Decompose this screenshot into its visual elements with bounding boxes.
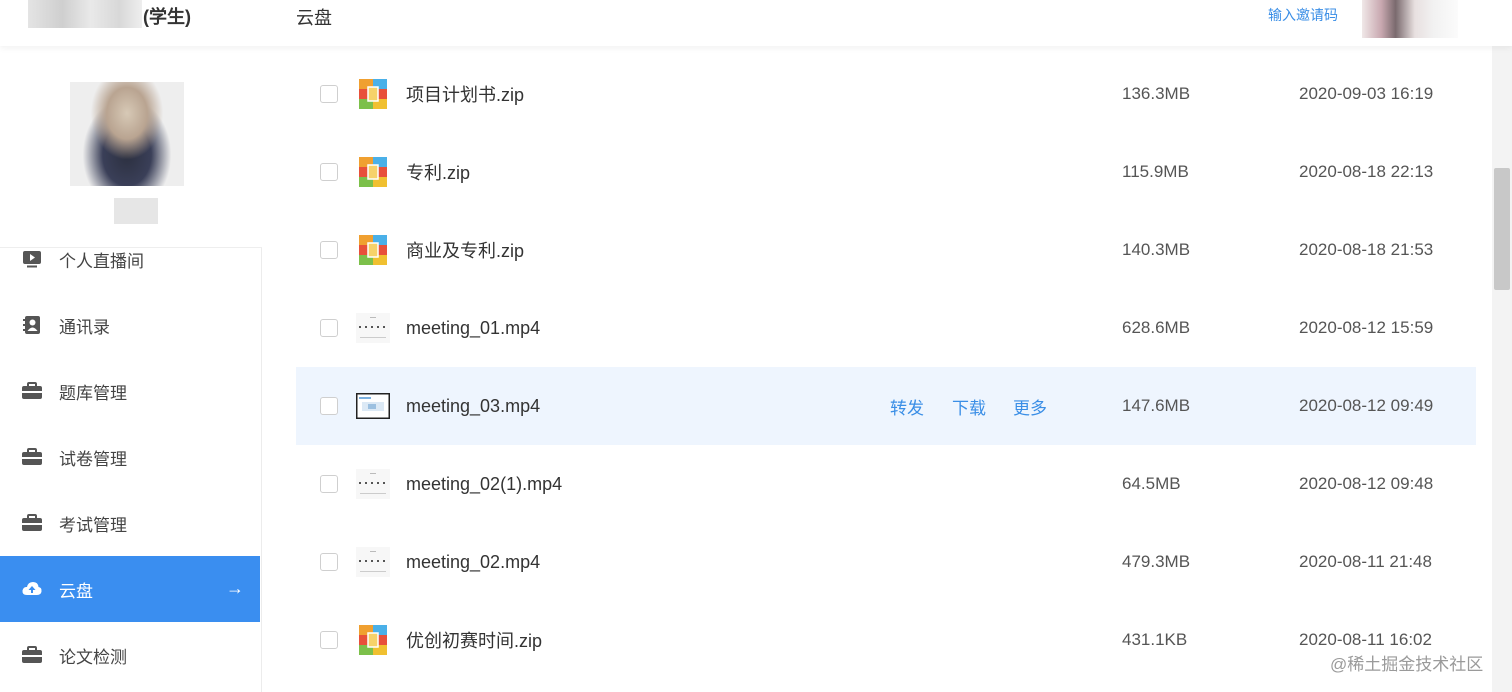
file-size: 136.3MB xyxy=(1122,84,1191,103)
file-size: 479.3MB xyxy=(1122,552,1191,571)
file-name[interactable]: 项目计划书.zip xyxy=(406,81,524,107)
sidebar-item-paper-management[interactable]: 试卷管理 xyxy=(0,424,260,490)
file-size: 140.3MB xyxy=(1122,240,1191,259)
file-name[interactable]: meeting_03.mp4 xyxy=(406,396,540,417)
row-checkbox[interactable] xyxy=(320,85,338,103)
file-size: 115.9MB xyxy=(1122,162,1189,181)
row-checkbox[interactable] xyxy=(320,241,338,259)
video-thumbnail-icon xyxy=(356,547,390,577)
zip-file-icon xyxy=(359,235,387,265)
file-row[interactable]: 专利.zip 115.9MB 2020-08-18 22:13 xyxy=(296,133,1476,211)
file-date: 2020-08-12 09:49 xyxy=(1299,396,1434,415)
cloud-upload-icon xyxy=(22,582,42,595)
briefcase-icon xyxy=(22,382,42,399)
sidebar-item-label: 云盘 xyxy=(59,581,93,601)
file-size: 628.6MB xyxy=(1122,318,1191,337)
sidebar-item-label: 考试管理 xyxy=(59,515,127,535)
zip-file-icon xyxy=(359,625,387,655)
file-row-hovered[interactable]: meeting_03.mp4 转发 下载 更多 147.6MB 2020-08-… xyxy=(296,367,1476,445)
video-thumbnail-icon xyxy=(356,313,390,343)
watermark: @稀土掘金技术社区 xyxy=(1330,655,1484,674)
file-row[interactable]: 项目计划书.zip 136.3MB 2020-09-03 16:19 xyxy=(296,55,1476,133)
sidebar-item-contacts[interactable]: 通讯录 xyxy=(0,292,260,358)
row-checkbox[interactable] xyxy=(320,553,338,571)
arrow-right-icon: → xyxy=(226,578,244,598)
file-row[interactable]: meeting_02(1).mp4 64.5MB 2020-08-12 09:4… xyxy=(296,445,1476,523)
row-checkbox[interactable] xyxy=(320,319,338,337)
user-name-blurred xyxy=(28,0,142,28)
user-role: (学生) xyxy=(143,7,191,27)
file-name[interactable]: meeting_02.mp4 xyxy=(406,552,540,573)
file-row[interactable]: meeting_02.mp4 479.3MB 2020-08-11 21:48 xyxy=(296,523,1476,601)
invite-code-link[interactable]: 输入邀请码 xyxy=(1268,5,1338,25)
video-thumbnail-icon xyxy=(356,393,390,419)
zip-file-icon xyxy=(359,157,387,187)
sidebar-item-label: 通讯录 xyxy=(59,317,110,337)
sidebar-item-exam-management[interactable]: 考试管理 xyxy=(0,490,260,556)
file-date: 2020-08-12 09:48 xyxy=(1299,474,1434,493)
zip-file-icon xyxy=(359,79,387,109)
file-date: 2020-09-03 16:19 xyxy=(1299,84,1434,103)
file-date: 2020-08-12 15:59 xyxy=(1299,318,1434,337)
file-name[interactable]: 商业及专利.zip xyxy=(406,237,524,263)
sidebar: 个人直播间 通讯录 题库管理 试卷管理 考试管理 云盘 → 论文检测 xyxy=(0,46,262,692)
sidebar-item-label: 题库管理 xyxy=(59,383,127,403)
sidebar-item-label: 论文检测 xyxy=(59,647,127,667)
row-checkbox[interactable] xyxy=(320,397,338,415)
briefcase-icon xyxy=(22,646,42,663)
row-checkbox[interactable] xyxy=(320,163,338,181)
top-bar: (学生) 云盘 输入邀请码 xyxy=(0,0,1512,46)
sidebar-item-label: 个人直播间 xyxy=(59,251,144,271)
more-button[interactable]: 更多 xyxy=(1013,394,1047,419)
download-button[interactable]: 下载 xyxy=(952,394,986,419)
row-checkbox[interactable] xyxy=(320,631,338,649)
sidebar-nav: 个人直播间 通讯录 题库管理 试卷管理 考试管理 云盘 → 论文检测 xyxy=(0,226,260,688)
file-size: 431.1KB xyxy=(1122,630,1188,649)
forward-button[interactable]: 转发 xyxy=(890,394,924,419)
file-name[interactable]: meeting_01.mp4 xyxy=(406,318,540,339)
file-size: 64.5MB xyxy=(1122,474,1181,493)
contacts-icon xyxy=(23,316,40,334)
file-name[interactable]: 专利.zip xyxy=(406,159,470,185)
live-icon xyxy=(23,251,41,268)
profile-card xyxy=(0,46,262,248)
file-date: 2020-08-18 21:53 xyxy=(1299,240,1434,259)
file-list: 项目计划书.zip 136.3MB 2020-09-03 16:19 专利.zi… xyxy=(262,46,1492,692)
sidebar-item-question-bank[interactable]: 题库管理 xyxy=(0,358,260,424)
row-checkbox[interactable] xyxy=(320,475,338,493)
scrollbar-thumb[interactable] xyxy=(1494,168,1510,290)
avatar[interactable] xyxy=(70,82,184,186)
sidebar-item-label: 试卷管理 xyxy=(59,449,127,469)
profile-name-blurred xyxy=(114,198,158,224)
file-date: 2020-08-18 22:13 xyxy=(1299,162,1434,181)
sidebar-item-paper-check[interactable]: 论文检测 xyxy=(0,622,260,688)
file-row[interactable]: 商业及专利.zip 140.3MB 2020-08-18 21:53 xyxy=(296,211,1476,289)
file-name[interactable]: 优创初赛时间.zip xyxy=(406,627,542,653)
file-size: 147.6MB xyxy=(1122,396,1191,415)
page-title: 云盘 xyxy=(296,8,332,28)
file-row[interactable]: meeting_01.mp4 628.6MB 2020-08-12 15:59 xyxy=(296,289,1476,367)
scrollbar-track[interactable] xyxy=(1492,46,1512,692)
briefcase-icon xyxy=(22,514,42,531)
file-date: 2020-08-11 16:02 xyxy=(1299,630,1432,649)
file-date: 2020-08-11 21:48 xyxy=(1299,552,1432,571)
video-thumbnail-icon xyxy=(356,469,390,499)
file-row[interactable]: 优创初赛时间.zip 431.1KB 2020-08-11 16:02 xyxy=(296,601,1476,679)
file-name[interactable]: meeting_02(1).mp4 xyxy=(406,474,562,495)
sidebar-item-cloud-disk[interactable]: 云盘 → xyxy=(0,556,260,622)
header-avatar[interactable] xyxy=(1362,0,1458,38)
briefcase-icon xyxy=(22,448,42,465)
